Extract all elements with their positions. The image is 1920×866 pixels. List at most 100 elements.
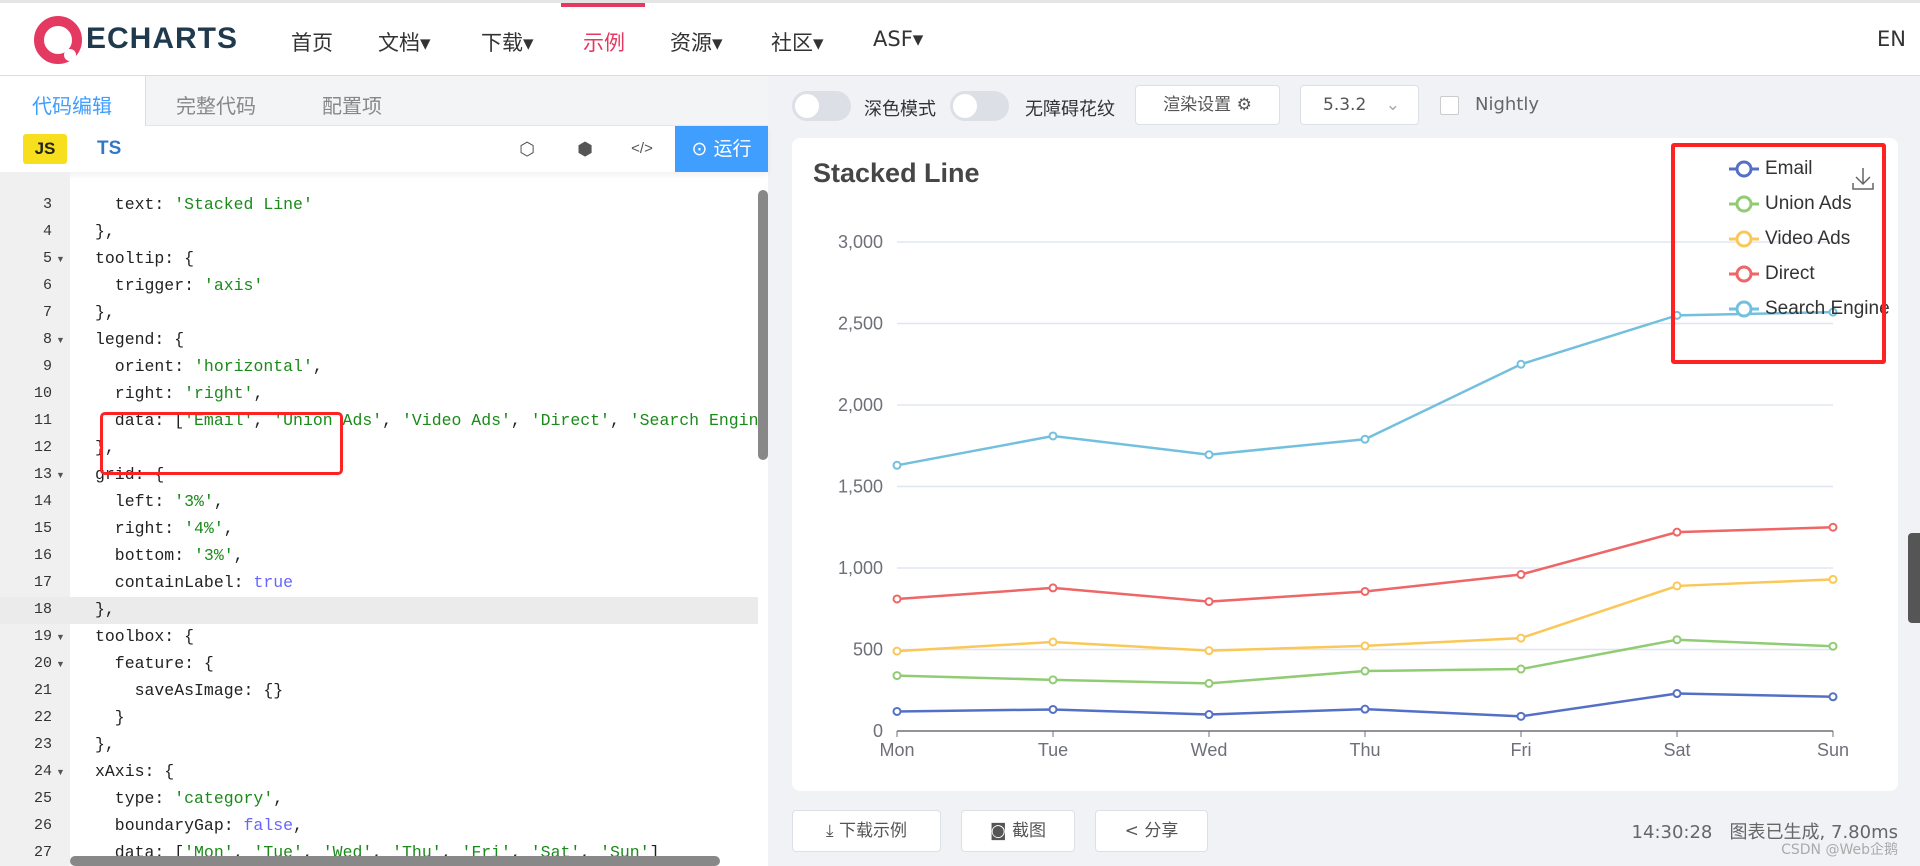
download-label: 下载示例 (838, 821, 907, 841)
vertical-scrollbar[interactable] (758, 190, 768, 460)
nav-home[interactable]: 首页 (291, 27, 333, 57)
data-point (1204, 710, 1214, 720)
fold-arrow-icon[interactable]: ▼ (56, 254, 65, 264)
code-editor-panel: 代码编辑 完整代码 配置项 JS TS ⬡ ⬢ </> ⊙ 运行 3 text:… (0, 76, 768, 866)
code-line[interactable]: saveAsImage: {} (95, 681, 284, 700)
data-point (1204, 597, 1214, 607)
y-tick-label: 2,000 (838, 395, 883, 415)
data-point (1672, 635, 1682, 645)
code-line[interactable]: } (95, 708, 125, 727)
nav-resources[interactable]: 资源▾ (670, 27, 723, 57)
legend-highlight-box (1671, 143, 1886, 364)
code-line[interactable]: xAxis: { (95, 762, 174, 781)
fold-arrow-icon[interactable]: ▼ (56, 767, 65, 777)
download-icon: ⤓ (826, 821, 839, 841)
nav-download[interactable]: 下载▾ (481, 27, 534, 57)
render-settings-button[interactable]: 渲染设置 ⚙ (1135, 85, 1280, 125)
data-point (1516, 664, 1526, 674)
fold-arrow-icon[interactable]: ▼ (56, 335, 65, 345)
data-point (1360, 434, 1370, 444)
nightly-checkbox[interactable] (1440, 96, 1459, 115)
line-number: 18 (33, 601, 52, 618)
y-tick-label: 2,500 (838, 314, 883, 334)
fold-arrow-icon[interactable]: ▼ (56, 659, 65, 669)
line-number: 24 (33, 763, 52, 780)
line-number: 13 (33, 466, 52, 483)
line-number: 4 (42, 223, 52, 240)
nav-docs[interactable]: 文档▾ (378, 27, 431, 57)
code-line[interactable]: text: 'Stacked Line' (95, 195, 313, 214)
code-line[interactable]: }, (95, 222, 115, 241)
tab-code-edit[interactable]: 代码编辑 (32, 90, 112, 119)
code-line[interactable]: boundaryGap: false, (95, 816, 303, 835)
code-line[interactable]: }, (95, 735, 115, 754)
data-point (1828, 574, 1838, 584)
embed-code-icon[interactable]: </> (630, 137, 654, 161)
tab-full-code[interactable]: 完整代码 (176, 90, 256, 119)
nav-examples[interactable]: 示例 (583, 27, 625, 57)
side-widget[interactable] (1908, 533, 1920, 623)
line-number: 23 (33, 736, 52, 753)
code-line[interactable]: }, (95, 303, 115, 322)
nav-asf[interactable]: ASF▾ (873, 27, 923, 51)
code-line[interactable]: }, (95, 600, 115, 619)
code-line[interactable]: legend: { (95, 330, 184, 349)
code-line[interactable]: trigger: 'axis' (95, 276, 264, 295)
data-point (1360, 641, 1370, 651)
lang-ts-button[interactable]: TS (97, 138, 121, 160)
screenshot-button[interactable]: ◙ 截图 (961, 810, 1075, 852)
x-tick-label: Thu (1349, 740, 1380, 760)
data-point (1048, 704, 1058, 714)
data-point (1360, 586, 1370, 596)
decal-label: 无障碍花纹 (1025, 99, 1115, 120)
share-button[interactable]: < 分享 (1095, 810, 1208, 852)
line-number: 14 (33, 493, 52, 510)
data-point (1516, 633, 1526, 643)
code-line[interactable]: left: '3%', (95, 492, 224, 511)
code-line[interactable]: right: '4%', (95, 519, 234, 538)
data-point (1516, 359, 1526, 369)
line-number: 25 (33, 790, 52, 807)
line-number: 20 (33, 655, 52, 672)
data-point (1828, 641, 1838, 651)
code-line[interactable]: toolbox: { (95, 627, 194, 646)
y-tick-label: 3,000 (838, 232, 883, 252)
horizontal-scrollbar[interactable] (70, 856, 720, 866)
data-point (1672, 689, 1682, 699)
line-number: 11 (33, 412, 52, 429)
line-number: 26 (33, 817, 52, 834)
fold-arrow-icon[interactable]: ▼ (56, 632, 65, 642)
data-point (892, 460, 902, 470)
x-tick-label: Sun (1817, 740, 1849, 760)
codesandbox-icon[interactable]: ⬢ (573, 137, 597, 161)
download-example-button[interactable]: ⤓ 下载示例 (792, 810, 941, 852)
codepen-icon[interactable]: ⬡ (515, 137, 539, 161)
data-point (892, 671, 902, 681)
dark-mode-toggle[interactable] (792, 91, 851, 121)
line-number: 16 (33, 547, 52, 564)
lang-js-button[interactable]: JS (23, 134, 67, 164)
code-line[interactable]: containLabel: true (95, 573, 293, 592)
y-tick-label: 1,000 (838, 558, 883, 578)
decal-toggle[interactable] (950, 91, 1009, 121)
version-select[interactable]: 5.3.2 ⌄ (1300, 85, 1419, 125)
line-number: 15 (33, 520, 52, 537)
run-button[interactable]: ⊙ 运行 (675, 126, 768, 172)
tab-options[interactable]: 配置项 (322, 90, 382, 119)
line-number: 7 (42, 304, 52, 321)
nav-lang-en[interactable]: EN (1877, 27, 1906, 51)
nav-community[interactable]: 社区▾ (771, 27, 824, 57)
code-line[interactable]: type: 'category', (95, 789, 283, 808)
code-line[interactable]: right: 'right', (95, 384, 264, 403)
fold-arrow-icon[interactable]: ▼ (56, 470, 65, 480)
logo-text[interactable]: ECHARTS (86, 22, 238, 56)
share-label: 分享 (1144, 821, 1179, 841)
data-point (892, 594, 902, 604)
line-number: 19 (33, 628, 52, 645)
code-line[interactable]: feature: { (95, 654, 214, 673)
y-tick-label: 0 (873, 721, 883, 741)
code-line[interactable]: orient: 'horizontal', (95, 357, 323, 376)
code-line[interactable]: bottom: '3%', (95, 546, 244, 565)
line-number: 10 (33, 385, 52, 402)
code-line[interactable]: tooltip: { (95, 249, 194, 268)
